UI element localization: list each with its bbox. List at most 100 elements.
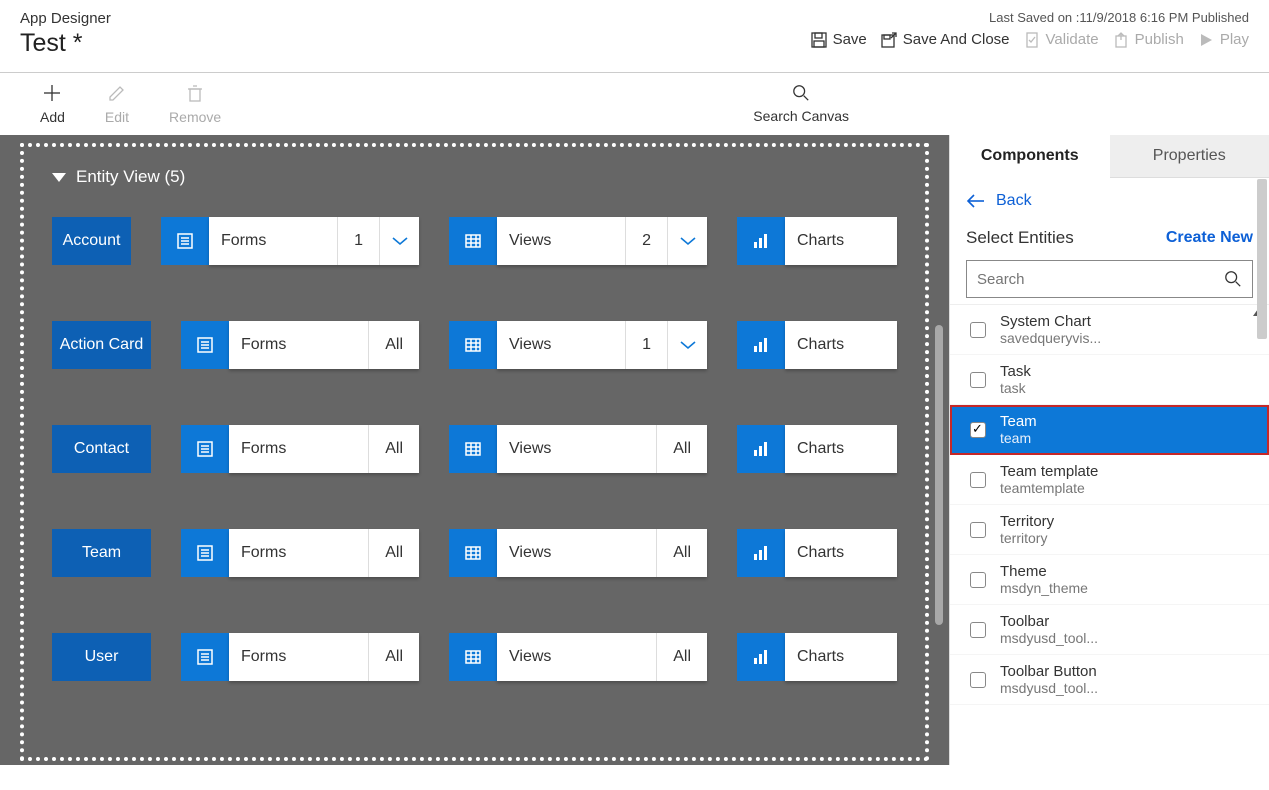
add-button[interactable]: Add xyxy=(40,83,65,125)
forms-icon xyxy=(161,217,209,265)
views-tile[interactable]: ViewsAll xyxy=(449,529,707,577)
entity-tile[interactable]: Team xyxy=(52,529,151,577)
charts-label: Charts xyxy=(785,440,856,458)
charts-tile[interactable]: Charts xyxy=(737,321,897,369)
entity-tile[interactable]: User xyxy=(52,633,151,681)
views-label: Views xyxy=(497,648,563,666)
entity-name: Theme xyxy=(1000,563,1088,580)
forms-icon xyxy=(181,321,229,369)
trash-icon xyxy=(185,83,205,103)
entity-list-item[interactable]: System Chart savedqueryvis... xyxy=(950,305,1269,355)
views-tile[interactable]: Views2 xyxy=(449,217,707,265)
validate-label: Validate xyxy=(1046,31,1099,48)
save-icon xyxy=(811,32,827,48)
tab-components[interactable]: Components xyxy=(950,135,1110,178)
entity-list-item[interactable]: Territory territory xyxy=(950,505,1269,555)
forms-icon xyxy=(181,633,229,681)
entity-name: Territory xyxy=(1000,513,1054,530)
entity-name: Team template xyxy=(1000,463,1098,480)
back-link[interactable]: Back xyxy=(966,192,1032,210)
entity-tile[interactable]: Account xyxy=(52,217,131,265)
charts-tile[interactable]: Charts xyxy=(737,633,897,681)
checkbox[interactable] xyxy=(970,322,986,338)
chevron-down-icon[interactable] xyxy=(667,321,707,369)
play-button[interactable]: Play xyxy=(1198,31,1249,48)
entity-list-item[interactable]: Toolbar msdyusd_tool... xyxy=(950,605,1269,655)
checkbox[interactable] xyxy=(970,622,986,638)
forms-tile[interactable]: FormsAll xyxy=(181,425,419,473)
remove-button[interactable]: Remove xyxy=(169,83,221,125)
search-canvas-button[interactable]: Search Canvas xyxy=(753,84,849,124)
checkbox[interactable] xyxy=(970,522,986,538)
edit-button[interactable]: Edit xyxy=(105,83,129,125)
charts-icon xyxy=(737,217,785,265)
search-icon xyxy=(1224,270,1242,288)
entity-row: Action Card FormsAll Views1 Charts xyxy=(52,321,897,369)
entity-name: System Chart xyxy=(1000,313,1101,330)
entity-row: Contact FormsAll ViewsAll Charts xyxy=(52,425,897,473)
entity-schema-name: team xyxy=(1000,430,1037,446)
checkbox[interactable] xyxy=(970,672,986,688)
canvas-scrollbar[interactable] xyxy=(935,325,943,625)
side-scrollbar[interactable] xyxy=(1257,179,1267,339)
entity-schema-name: teamtemplate xyxy=(1000,480,1098,496)
entity-list-item[interactable]: Team team xyxy=(950,405,1269,455)
forms-count: All xyxy=(368,321,419,369)
save-close-icon xyxy=(881,32,897,48)
forms-tile[interactable]: FormsAll xyxy=(181,633,419,681)
entity-list-item[interactable]: Theme msdyn_theme xyxy=(950,555,1269,605)
views-count: All xyxy=(656,425,707,473)
entity-view-header[interactable]: Entity View (5) xyxy=(52,167,897,187)
publish-icon xyxy=(1113,32,1129,48)
forms-count: All xyxy=(368,633,419,681)
chevron-down-icon[interactable] xyxy=(379,217,419,265)
forms-label: Forms xyxy=(229,544,298,562)
save-and-close-button[interactable]: Save And Close xyxy=(881,31,1010,48)
publish-button[interactable]: Publish xyxy=(1113,31,1184,48)
save-button[interactable]: Save xyxy=(811,31,867,48)
views-icon xyxy=(449,321,497,369)
checkbox[interactable] xyxy=(970,422,986,438)
last-saved-status: Last Saved on :11/9/2018 6:16 PM Publish… xyxy=(989,10,1249,25)
validate-icon xyxy=(1024,32,1040,48)
entity-list-item[interactable]: Task task xyxy=(950,355,1269,405)
views-label: Views xyxy=(497,336,563,354)
entity-tile[interactable]: Action Card xyxy=(52,321,151,369)
views-tile[interactable]: ViewsAll xyxy=(449,425,707,473)
design-canvas[interactable]: Entity View (5) Account Forms1 Views2 Ch… xyxy=(0,135,949,765)
entity-schema-name: msdyn_theme xyxy=(1000,580,1088,596)
search-input[interactable] xyxy=(977,271,1224,288)
save-label: Save xyxy=(833,31,867,48)
validate-button[interactable]: Validate xyxy=(1024,31,1099,48)
charts-label: Charts xyxy=(785,544,856,562)
entity-list[interactable]: System Chart savedqueryvis... Task task … xyxy=(950,304,1269,714)
forms-tile[interactable]: Forms1 xyxy=(161,217,419,265)
views-tile[interactable]: ViewsAll xyxy=(449,633,707,681)
play-icon xyxy=(1198,32,1214,48)
charts-tile[interactable]: Charts xyxy=(737,425,897,473)
back-label: Back xyxy=(996,192,1032,210)
entity-tile[interactable]: Contact xyxy=(52,425,151,473)
checkbox[interactable] xyxy=(970,372,986,388)
entity-list-item[interactable]: Toolbar Button msdyusd_tool... xyxy=(950,655,1269,705)
views-tile[interactable]: Views1 xyxy=(449,321,707,369)
forms-label: Forms xyxy=(209,232,278,250)
tab-properties[interactable]: Properties xyxy=(1110,135,1269,178)
charts-tile[interactable]: Charts xyxy=(737,217,897,265)
entity-list-item[interactable]: Team template teamtemplate xyxy=(950,455,1269,505)
search-canvas-label: Search Canvas xyxy=(753,108,849,124)
create-new-link[interactable]: Create New xyxy=(1166,229,1253,247)
app-title: Test * xyxy=(20,29,111,58)
charts-icon xyxy=(737,633,785,681)
charts-icon xyxy=(737,529,785,577)
checkbox[interactable] xyxy=(970,572,986,588)
chevron-down-icon[interactable] xyxy=(667,217,707,265)
entity-name: Toolbar xyxy=(1000,613,1098,630)
save-close-label: Save And Close xyxy=(903,31,1010,48)
entity-search-box[interactable] xyxy=(966,260,1253,298)
forms-tile[interactable]: FormsAll xyxy=(181,321,419,369)
forms-tile[interactable]: FormsAll xyxy=(181,529,419,577)
charts-tile[interactable]: Charts xyxy=(737,529,897,577)
app-designer-label: App Designer xyxy=(20,10,111,27)
checkbox[interactable] xyxy=(970,472,986,488)
